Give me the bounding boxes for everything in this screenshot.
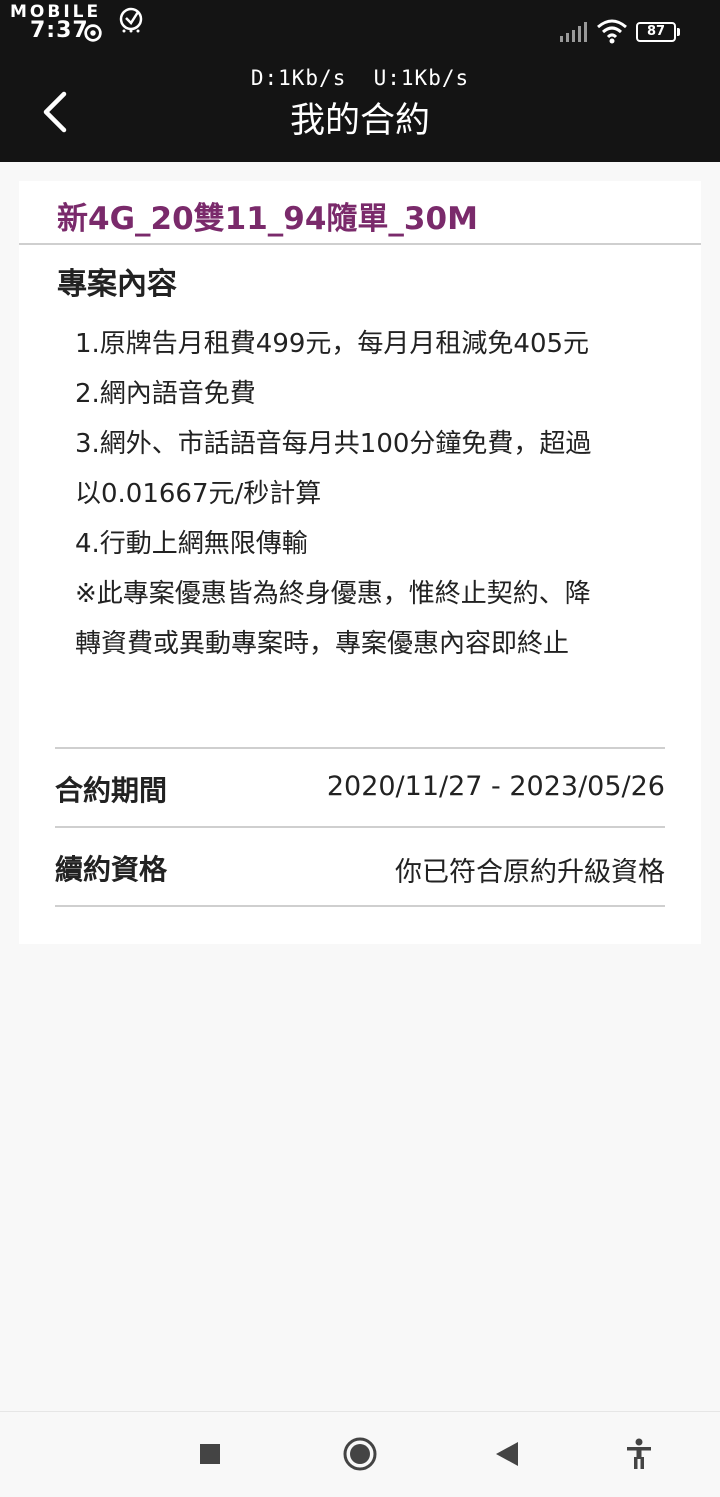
content-line: ※此專案優惠皆為終身優惠，惟終止契約、降	[75, 579, 591, 609]
divider	[55, 826, 665, 828]
content-line: 以0.01667元/秒計算	[75, 479, 322, 509]
gear-icon	[84, 24, 102, 42]
renewal-eligibility-value: 你已符合原約升級資格	[395, 857, 665, 888]
page-title: 我的合約	[289, 101, 430, 141]
circle-icon	[343, 1437, 377, 1471]
system-nav-bar	[0, 1411, 720, 1497]
nav-back-button[interactable]	[494, 1436, 520, 1472]
home-button[interactable]	[342, 1436, 378, 1472]
battery-tip	[677, 28, 680, 36]
recents-button[interactable]	[198, 1436, 222, 1472]
watermark-logo-icon	[119, 7, 143, 33]
signal-icon	[560, 22, 587, 42]
plan-name: 新4G_20雙11_94隨單_30M	[57, 201, 478, 237]
triangle-left-icon	[496, 1442, 518, 1466]
content-line: 3.網外、市話語音每月共100分鐘免費，超過	[75, 429, 592, 459]
status-time: 7:37	[30, 18, 89, 43]
renewal-eligibility-label: 續約資格	[55, 853, 168, 886]
contract-period-label: 合約期間	[55, 774, 168, 807]
accessibility-button[interactable]	[624, 1436, 654, 1472]
plan-content-list: 1.原牌告月租費499元，每月月租減免405元 2.網內語音免費 3.網外、市話…	[75, 319, 675, 669]
content-line: 4.行動上網無限傳輸	[75, 529, 308, 559]
content-line: 2.網內語音免費	[75, 379, 256, 409]
battery-level: 87	[636, 22, 676, 42]
section-title: 專案內容	[57, 267, 177, 302]
top-bar: MOBILE 7:37 87 D:1Kb/s U:1Kb/s 我的合約	[0, 0, 720, 162]
accessibility-icon	[627, 1438, 651, 1469]
battery-indicator: 87	[636, 22, 680, 42]
divider	[55, 747, 665, 749]
network-speed: D:1Kb/s U:1Kb/s	[250, 66, 470, 90]
square-icon	[200, 1444, 220, 1464]
divider	[19, 243, 701, 245]
divider	[55, 905, 665, 907]
wifi-icon	[597, 19, 627, 44]
content-line: 轉資費或異動專案時，專案優惠內容即終止	[75, 629, 570, 659]
contract-period-value: 2020/11/27 - 2023/05/26	[326, 771, 665, 802]
contract-card: 新4G_20雙11_94隨單_30M 專案內容 1.原牌告月租費499元，每月月…	[19, 181, 701, 944]
content-line: 1.原牌告月租費499元，每月月租減免405元	[75, 329, 590, 359]
